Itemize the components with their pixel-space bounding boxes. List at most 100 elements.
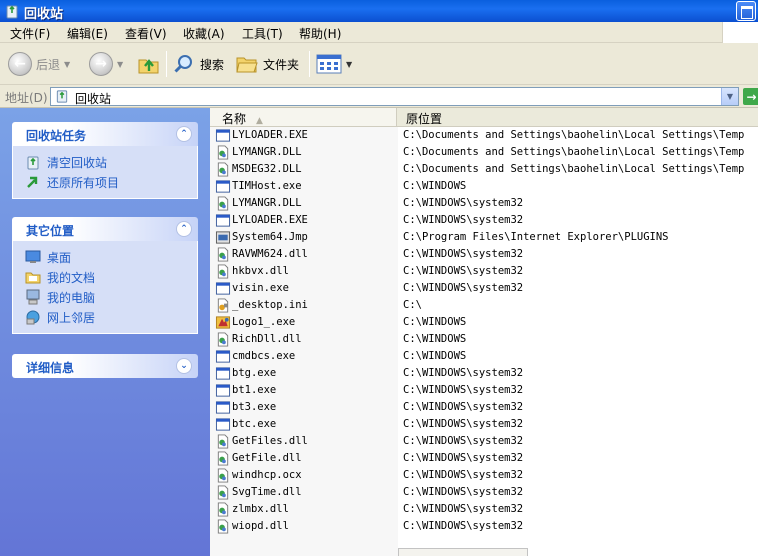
file-name: MSDEG32.DLL bbox=[232, 163, 302, 175]
file-row[interactable]: _desktop.ini C:\ bbox=[210, 297, 758, 314]
menu-view[interactable]: 查看(V) bbox=[123, 25, 169, 42]
dll-file-icon bbox=[217, 264, 229, 279]
recycle-bin-icon bbox=[56, 90, 68, 103]
file-row[interactable]: btg.exe C:\WINDOWS\system32 bbox=[210, 365, 758, 382]
file-row[interactable]: zlmbx.dll C:\WINDOWS\system32 bbox=[210, 501, 758, 518]
recycle-tasks-panel: 回收站任务 ⌃ 清空回收站 还原所有项目 bbox=[12, 122, 198, 199]
folders-button[interactable]: 文件夹 bbox=[235, 51, 299, 77]
file-row[interactable]: LYLOADER.EXE C:\WINDOWS\system32 bbox=[210, 212, 758, 229]
restore-all-link[interactable]: 还原所有项目 bbox=[25, 172, 197, 192]
window-title: 回收站 bbox=[24, 7, 64, 22]
menu-favorites[interactable]: 收藏(A) bbox=[181, 25, 227, 42]
horizontal-scrollbar[interactable] bbox=[398, 548, 528, 556]
column-header-name[interactable]: 名称 ▲ bbox=[210, 108, 397, 126]
file-row[interactable]: btc.exe C:\WINDOWS\system32 bbox=[210, 416, 758, 433]
back-dropdown-icon[interactable]: ▼ bbox=[64, 60, 70, 69]
exe-window-icon bbox=[215, 214, 231, 227]
go-button[interactable]: → bbox=[743, 88, 758, 105]
file-row[interactable]: windhcp.ocx C:\WINDOWS\system32 bbox=[210, 467, 758, 484]
file-location: C:\WINDOWS bbox=[403, 316, 467, 328]
file-row[interactable]: TIMHost.exe C:\WINDOWS bbox=[210, 178, 758, 195]
dll-file-icon bbox=[217, 502, 229, 517]
file-location: C:\WINDOWS\system32 bbox=[403, 214, 524, 226]
views-dropdown-icon[interactable]: ▼ bbox=[346, 60, 352, 69]
dll-file-icon bbox=[217, 468, 229, 483]
desktop-icon bbox=[25, 250, 41, 263]
maximize-button[interactable] bbox=[736, 1, 756, 21]
back-button[interactable]: ← 后退 ▼ bbox=[8, 51, 70, 77]
file-name: bt3.exe bbox=[232, 401, 277, 413]
file-row[interactable]: wiopd.dll C:\WINDOWS\system32 bbox=[210, 518, 758, 535]
file-row[interactable]: GetFile.dll C:\WINDOWS\system32 bbox=[210, 450, 758, 467]
empty-recycle-bin-link[interactable]: 清空回收站 bbox=[25, 152, 197, 172]
column-header-location[interactable]: 原位置 bbox=[398, 108, 442, 126]
address-dropdown-icon[interactable]: ▼ bbox=[721, 88, 738, 105]
details-panel: 详细信息 ⌄ bbox=[12, 354, 198, 378]
exe-window-icon bbox=[215, 401, 231, 414]
dll-file-icon bbox=[217, 145, 229, 160]
file-row[interactable]: MSDEG32.DLL C:\Documents and Settings\bao… bbox=[210, 161, 758, 178]
network-places-icon bbox=[26, 310, 40, 325]
file-name: LYMANGR.DLL bbox=[232, 197, 302, 209]
empty-recycle-bin-icon bbox=[27, 156, 39, 170]
menu-help[interactable]: 帮助(H) bbox=[297, 25, 343, 42]
file-row[interactable]: LYLOADER.EXE C:\Documents and Settings\ba… bbox=[210, 127, 758, 144]
exe-window-icon bbox=[215, 367, 231, 380]
file-row[interactable]: SvgTime.dll C:\WINDOWS\system32 bbox=[210, 484, 758, 501]
my-documents-label: 我的文档 bbox=[47, 270, 96, 285]
address-label: 地址(D) bbox=[5, 91, 48, 105]
other-places-header[interactable]: 其它位置 ⌃ bbox=[12, 217, 198, 241]
file-row[interactable]: RAVWM624.dll C:\WINDOWS\system32 bbox=[210, 246, 758, 263]
file-row[interactable]: LYMANGR.DLL C:\Documents and Settings\bao… bbox=[210, 144, 758, 161]
file-row[interactable]: visin.exe C:\WINDOWS\system32 bbox=[210, 280, 758, 297]
network-places-link[interactable]: 网上邻居 bbox=[25, 307, 197, 327]
file-row[interactable]: cmdbcs.exe C:\WINDOWS bbox=[210, 348, 758, 365]
desktop-label: 桌面 bbox=[47, 250, 72, 265]
file-name: visin.exe bbox=[232, 282, 289, 294]
folders-icon bbox=[236, 57, 258, 73]
menu-tools[interactable]: 工具(T) bbox=[240, 25, 285, 42]
address-input[interactable]: 回收站 ▼ bbox=[50, 87, 739, 106]
collapse-chevron-icon[interactable]: ⌃ bbox=[176, 221, 192, 237]
forward-arrow-icon: → bbox=[89, 52, 113, 76]
file-rows: LYLOADER.EXE C:\Documents and Settings\ba… bbox=[210, 127, 758, 535]
folders-label: 文件夹 bbox=[263, 57, 300, 72]
details-header[interactable]: 详细信息 ⌄ bbox=[12, 354, 198, 378]
forward-button[interactable]: → ▼ bbox=[89, 51, 123, 77]
search-button[interactable]: 搜索 bbox=[172, 51, 224, 77]
desktop-link[interactable]: 桌面 bbox=[25, 247, 197, 267]
file-row[interactable]: bt1.exe C:\WINDOWS\system32 bbox=[210, 382, 758, 399]
expand-chevron-icon[interactable]: ⌄ bbox=[176, 358, 192, 374]
collapse-chevron-icon[interactable]: ⌃ bbox=[176, 126, 192, 142]
logo-exe-icon bbox=[215, 316, 231, 329]
my-documents-icon bbox=[25, 272, 41, 284]
menu-file[interactable]: 文件(F) bbox=[8, 25, 52, 42]
file-row[interactable]: bt3.exe C:\WINDOWS\system32 bbox=[210, 399, 758, 416]
recycle-tasks-title: 回收站任务 bbox=[26, 129, 87, 143]
task-pane: 回收站任务 ⌃ 清空回收站 还原所有项目 其它位置 ⌃ 桌面 我的文档 我的电脑… bbox=[0, 108, 210, 556]
file-row[interactable]: System64.Jmp C:\Program Files\Internet Ex… bbox=[210, 229, 758, 246]
file-row[interactable]: LYMANGR.DLL C:\WINDOWS\system32 bbox=[210, 195, 758, 212]
views-button[interactable]: ▼ bbox=[316, 51, 352, 77]
dll-file-icon bbox=[217, 247, 229, 262]
my-computer-link[interactable]: 我的电脑 bbox=[25, 287, 197, 307]
file-row[interactable]: RichDll.dll C:\WINDOWS bbox=[210, 331, 758, 348]
dll-file-icon bbox=[217, 162, 229, 177]
up-folder-button[interactable] bbox=[137, 51, 161, 77]
forward-dropdown-icon[interactable]: ▼ bbox=[117, 60, 123, 69]
file-name: SvgTime.dll bbox=[232, 486, 302, 498]
menu-edit[interactable]: 编辑(E) bbox=[65, 25, 110, 42]
restore-all-icon bbox=[27, 176, 38, 188]
file-name: GetFiles.dll bbox=[232, 435, 308, 447]
sort-ascending-icon: ▲ bbox=[256, 116, 263, 126]
exe-window-icon bbox=[215, 350, 231, 363]
title-bar[interactable]: 回收站 bbox=[0, 0, 758, 22]
file-row[interactable]: hkbvx.dll C:\WINDOWS\system32 bbox=[210, 263, 758, 280]
empty-recycle-bin-label: 清空回收站 bbox=[47, 155, 108, 170]
file-row[interactable]: Logo1_.exe C:\WINDOWS bbox=[210, 314, 758, 331]
file-list: 名称 ▲ 原位置 LYLOADER.EXE C:\Documents and Set… bbox=[210, 108, 758, 556]
file-row[interactable]: GetFiles.dll C:\WINDOWS\system32 bbox=[210, 433, 758, 450]
recycle-tasks-header[interactable]: 回收站任务 ⌃ bbox=[12, 122, 198, 146]
my-documents-link[interactable]: 我的文档 bbox=[25, 267, 197, 287]
exe-window-icon bbox=[215, 418, 231, 431]
